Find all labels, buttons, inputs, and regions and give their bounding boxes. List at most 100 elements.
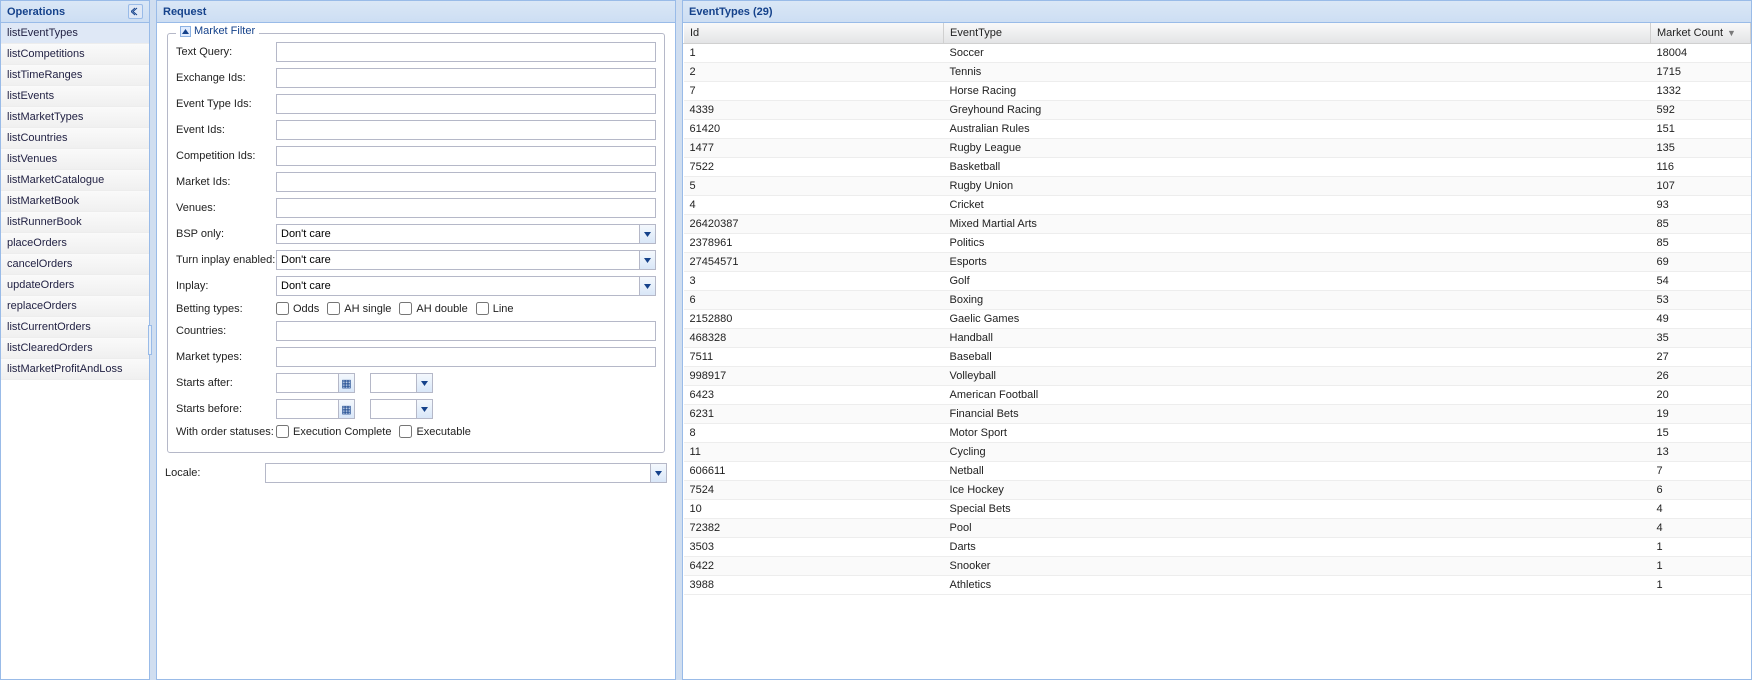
operation-item[interactable]: listTimeRanges bbox=[1, 65, 149, 86]
cell-event-type: Tennis bbox=[944, 63, 1651, 82]
label-event-type-ids: Event Type Ids: bbox=[176, 98, 276, 110]
text-query-input[interactable] bbox=[276, 42, 656, 62]
chevron-down-icon bbox=[655, 471, 662, 476]
operation-item[interactable]: listMarketProfitAndLoss bbox=[1, 359, 149, 380]
starts-before-date-input[interactable] bbox=[276, 399, 338, 419]
turn-inplay-trigger[interactable] bbox=[639, 250, 656, 270]
table-row[interactable]: 3988Athletics1 bbox=[684, 576, 1751, 595]
table-row[interactable]: 2Tennis1715 bbox=[684, 63, 1751, 82]
market-ids-input[interactable] bbox=[276, 172, 656, 192]
starts-after-time-trigger[interactable] bbox=[416, 373, 433, 393]
cell-id: 6422 bbox=[684, 557, 944, 576]
operation-item[interactable]: updateOrders bbox=[1, 275, 149, 296]
table-row[interactable]: 11Cycling13 bbox=[684, 443, 1751, 462]
splitter-left[interactable] bbox=[150, 0, 156, 680]
venues-input[interactable] bbox=[276, 198, 656, 218]
operation-item[interactable]: listEventTypes bbox=[1, 23, 149, 44]
operation-item[interactable]: replaceOrders bbox=[1, 296, 149, 317]
starts-before-time-input[interactable] bbox=[370, 399, 416, 419]
table-row[interactable]: 27454571Esports69 bbox=[684, 253, 1751, 272]
table-row[interactable]: 998917Volleyball26 bbox=[684, 367, 1751, 386]
table-header-row: Id EventType Market Count▼ bbox=[684, 23, 1751, 44]
cb-execution-complete[interactable] bbox=[276, 425, 289, 438]
table-row[interactable]: 7522Basketball116 bbox=[684, 158, 1751, 177]
table-row[interactable]: 5Rugby Union107 bbox=[684, 177, 1751, 196]
table-row[interactable]: 2378961Politics85 bbox=[684, 234, 1751, 253]
calendar-icon: ▦ bbox=[341, 377, 351, 390]
cell-market-count: 13 bbox=[1651, 443, 1751, 462]
cell-id: 7511 bbox=[684, 348, 944, 367]
bsp-only-trigger[interactable] bbox=[639, 224, 656, 244]
cell-id: 3 bbox=[684, 272, 944, 291]
turn-inplay-combo[interactable] bbox=[276, 250, 639, 270]
event-type-ids-input[interactable] bbox=[276, 94, 656, 114]
operation-item[interactable]: listCompetitions bbox=[1, 44, 149, 65]
cell-market-count: 27 bbox=[1651, 348, 1751, 367]
table-row[interactable]: 7511Baseball27 bbox=[684, 348, 1751, 367]
cell-id: 5 bbox=[684, 177, 944, 196]
col-header-event-type[interactable]: EventType bbox=[944, 23, 1651, 44]
countries-input[interactable] bbox=[276, 321, 656, 341]
exchange-ids-input[interactable] bbox=[276, 68, 656, 88]
starts-after-time-input[interactable] bbox=[370, 373, 416, 393]
operation-item[interactable]: listMarketCatalogue bbox=[1, 170, 149, 191]
operation-item[interactable]: listVenues bbox=[1, 149, 149, 170]
col-header-market-count[interactable]: Market Count▼ bbox=[1651, 23, 1751, 44]
table-row[interactable]: 4Cricket93 bbox=[684, 196, 1751, 215]
operation-item[interactable]: placeOrders bbox=[1, 233, 149, 254]
event-ids-input[interactable] bbox=[276, 120, 656, 140]
table-row[interactable]: 72382Pool4 bbox=[684, 519, 1751, 538]
col-header-id[interactable]: Id bbox=[684, 23, 944, 44]
table-row[interactable]: 8Motor Sport15 bbox=[684, 424, 1751, 443]
inplay-trigger[interactable] bbox=[639, 276, 656, 296]
cb-ah-single[interactable] bbox=[327, 302, 340, 315]
table-row[interactable]: 7524Ice Hockey6 bbox=[684, 481, 1751, 500]
table-row[interactable]: 6422Snooker1 bbox=[684, 557, 1751, 576]
cb-line[interactable] bbox=[476, 302, 489, 315]
operation-item[interactable]: cancelOrders bbox=[1, 254, 149, 275]
table-row[interactable]: 2152880Gaelic Games49 bbox=[684, 310, 1751, 329]
table-row[interactable]: 6Boxing53 bbox=[684, 291, 1751, 310]
market-filter-fieldset: Market Filter Text Query: Exchange Ids: … bbox=[167, 33, 665, 453]
cell-id: 3988 bbox=[684, 576, 944, 595]
market-types-input[interactable] bbox=[276, 347, 656, 367]
table-row[interactable]: 6423American Football20 bbox=[684, 386, 1751, 405]
cell-event-type: Netball bbox=[944, 462, 1651, 481]
table-row[interactable]: 7Horse Racing1332 bbox=[684, 82, 1751, 101]
table-row[interactable]: 1477Rugby League135 bbox=[684, 139, 1751, 158]
competition-ids-input[interactable] bbox=[276, 146, 656, 166]
operation-item[interactable]: listCurrentOrders bbox=[1, 317, 149, 338]
table-row[interactable]: 468328Handball35 bbox=[684, 329, 1751, 348]
starts-after-date-input[interactable] bbox=[276, 373, 338, 393]
splitter-handle-icon[interactable] bbox=[148, 325, 152, 355]
table-row[interactable]: 3Golf54 bbox=[684, 272, 1751, 291]
operation-item[interactable]: listClearedOrders bbox=[1, 338, 149, 359]
locale-combo[interactable] bbox=[265, 463, 650, 483]
locale-trigger[interactable] bbox=[650, 463, 667, 483]
inplay-combo[interactable] bbox=[276, 276, 639, 296]
operation-item[interactable]: listMarketBook bbox=[1, 191, 149, 212]
starts-before-date-trigger[interactable]: ▦ bbox=[338, 399, 355, 419]
table-row[interactable]: 4339Greyhound Racing592 bbox=[684, 101, 1751, 120]
collapse-sidebar-button[interactable] bbox=[128, 4, 143, 19]
cb-odds[interactable] bbox=[276, 302, 289, 315]
collapse-fieldset-button[interactable] bbox=[180, 26, 191, 37]
table-row[interactable]: 1Soccer18004 bbox=[684, 44, 1751, 63]
bsp-only-combo[interactable] bbox=[276, 224, 639, 244]
table-row[interactable]: 606611Netball7 bbox=[684, 462, 1751, 481]
table-row[interactable]: 6231Financial Bets19 bbox=[684, 405, 1751, 424]
cb-ah-double[interactable] bbox=[399, 302, 412, 315]
label-inplay: Inplay: bbox=[176, 280, 276, 292]
operation-item[interactable]: listMarketTypes bbox=[1, 107, 149, 128]
splitter-right[interactable] bbox=[676, 0, 682, 680]
starts-after-date-trigger[interactable]: ▦ bbox=[338, 373, 355, 393]
table-row[interactable]: 3503Darts1 bbox=[684, 538, 1751, 557]
cb-executable[interactable] bbox=[399, 425, 412, 438]
operation-item[interactable]: listEvents bbox=[1, 86, 149, 107]
starts-before-time-trigger[interactable] bbox=[416, 399, 433, 419]
table-row[interactable]: 10Special Bets4 bbox=[684, 500, 1751, 519]
table-row[interactable]: 61420Australian Rules151 bbox=[684, 120, 1751, 139]
operation-item[interactable]: listCountries bbox=[1, 128, 149, 149]
operation-item[interactable]: listRunnerBook bbox=[1, 212, 149, 233]
table-row[interactable]: 26420387Mixed Martial Arts85 bbox=[684, 215, 1751, 234]
